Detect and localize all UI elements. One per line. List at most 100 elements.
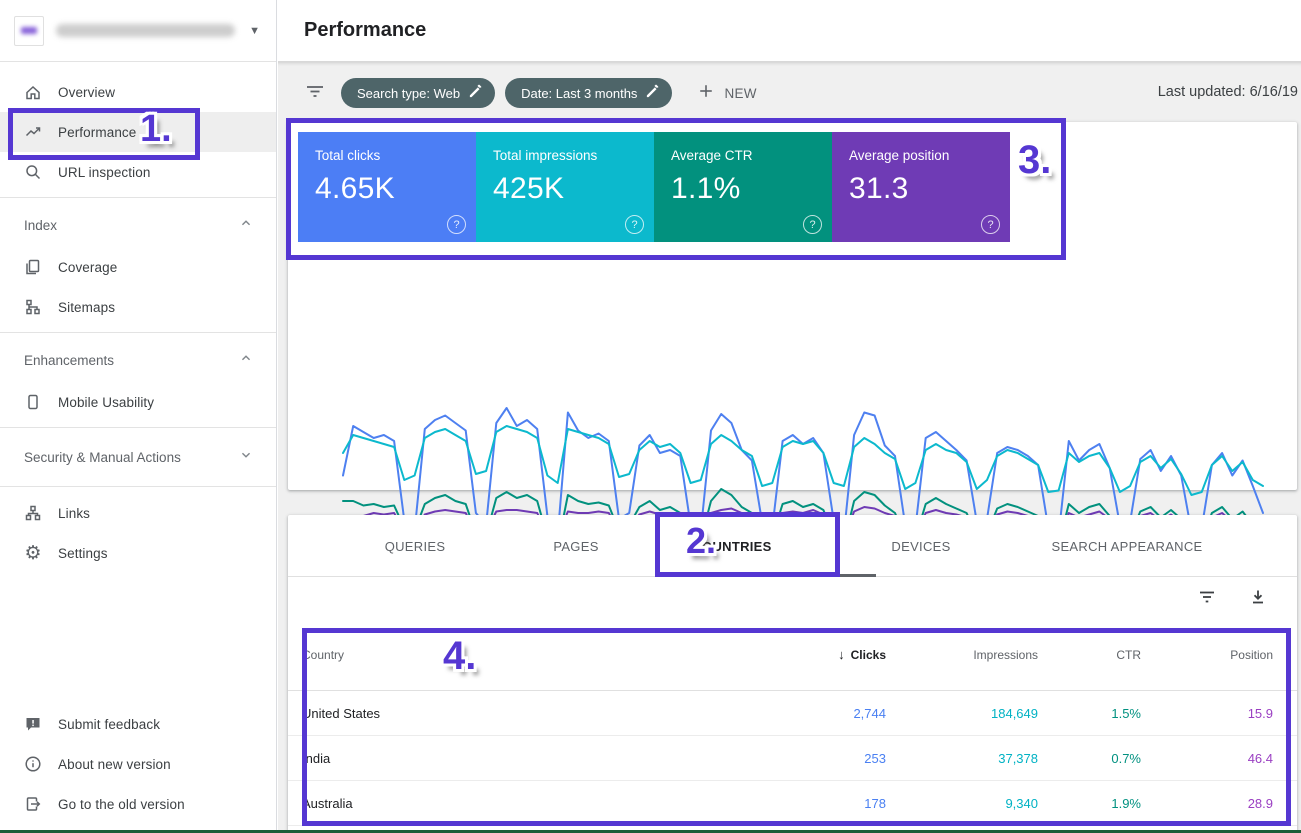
help-icon[interactable]: ?	[981, 215, 1000, 234]
sidebar-item-go-to-old-version[interactable]: Go to the old version	[0, 784, 276, 824]
cell-country: India	[302, 751, 726, 766]
section-enhancements[interactable]: Enhancements	[0, 338, 276, 382]
last-updated-text: Last updated: 6/16/19	[1158, 84, 1298, 100]
section-security-manual-actions[interactable]: Security & Manual Actions	[0, 433, 276, 481]
chart-series-impressions	[343, 426, 1263, 495]
dropdown-caret-icon[interactable]: ▼	[249, 25, 260, 37]
metric-card-total-clicks[interactable]: Total clicks 4.65K ?	[298, 132, 476, 242]
sidebar-item-label: Sitemaps	[58, 300, 115, 315]
cell-country: Australia	[302, 796, 726, 811]
section-label: Enhancements	[24, 353, 114, 368]
sidebar-item-coverage[interactable]: Coverage	[0, 247, 276, 287]
column-header-label: Clicks	[851, 648, 886, 662]
sidebar-item-label: URL inspection	[58, 165, 150, 180]
filter-icon[interactable]	[305, 82, 325, 105]
divider	[0, 427, 276, 428]
cell-ctr: 1.5%	[1038, 706, 1141, 721]
new-button-label: NEW	[724, 86, 756, 101]
sidebar: ▼ Overview Performance URL inspection In…	[0, 0, 277, 833]
metric-label: Total clicks	[315, 148, 476, 163]
table-row[interactable]: United States 2,744 184,649 1.5% 15.9	[288, 691, 1297, 736]
sitemap-icon	[24, 298, 42, 316]
sidebar-item-submit-feedback[interactable]: Submit feedback	[0, 704, 276, 744]
mobile-icon	[24, 393, 42, 411]
metric-value: 1.1%	[671, 172, 832, 206]
sidebar-item-label: Submit feedback	[58, 717, 160, 732]
tab-search-appearance[interactable]: SEARCH APPEARANCE	[1051, 515, 1202, 577]
download-icon[interactable]	[1249, 588, 1267, 611]
exit-icon	[24, 795, 42, 813]
metric-cards: Total clicks 4.65K ? Total impressions 4…	[298, 132, 1010, 242]
divider	[0, 486, 276, 487]
sidebar-nav: Overview Performance URL inspection	[0, 62, 276, 192]
sort-descending-icon: ↓	[838, 647, 845, 662]
sidebar-item-mobile-usability[interactable]: Mobile Usability	[0, 382, 276, 422]
cell-impressions: 184,649	[886, 706, 1038, 721]
main-header: Performance	[278, 0, 1301, 62]
sidebar-item-overview[interactable]: Overview	[0, 72, 276, 112]
metric-value: 4.65K	[315, 172, 476, 206]
help-icon[interactable]: ?	[625, 215, 644, 234]
tab-devices[interactable]: DEVICES	[891, 515, 950, 577]
column-header-country[interactable]: Country	[302, 648, 726, 662]
cell-impressions: 37,378	[886, 751, 1038, 766]
sidebar-item-sitemaps[interactable]: Sitemaps	[0, 287, 276, 327]
column-header-clicks[interactable]: ↓ Clicks	[726, 647, 886, 662]
section-label: Index	[24, 218, 57, 233]
cell-ctr: 0.7%	[1038, 751, 1141, 766]
chevron-down-icon	[238, 447, 254, 468]
column-header-ctr[interactable]: CTR	[1038, 648, 1141, 662]
coverage-icon	[24, 258, 42, 276]
metric-card-total-impressions[interactable]: Total impressions 425K ?	[476, 132, 654, 242]
search-type-chip[interactable]: Search type: Web	[341, 78, 495, 108]
site-logo	[14, 16, 44, 46]
gear-icon: ⚙	[24, 544, 42, 562]
search-icon	[24, 163, 42, 181]
sidebar-item-about-new-version[interactable]: About new version	[0, 744, 276, 784]
cell-ctr: 1.9%	[1038, 796, 1141, 811]
performance-chart-card: Total clicks 4.65K ? Total impressions 4…	[288, 122, 1297, 490]
new-filter-button[interactable]: NEW	[698, 83, 756, 104]
cell-country: United States	[302, 706, 726, 721]
metric-label: Average position	[849, 148, 1010, 163]
table-filter-icon[interactable]	[1197, 588, 1217, 611]
chevron-up-icon	[238, 350, 254, 371]
sidebar-item-performance[interactable]: Performance	[0, 112, 276, 152]
sidebar-item-settings[interactable]: ⚙ Settings	[0, 533, 276, 573]
info-icon	[24, 755, 42, 773]
table-row[interactable]: Australia 178 9,340 1.9% 28.9	[288, 781, 1297, 826]
table-header-row: Country ↓ Clicks Impressions CTR Position	[288, 619, 1297, 691]
table-row[interactable]: India 253 37,378 0.7% 46.4	[288, 736, 1297, 781]
site-name-blurred	[56, 24, 235, 37]
metric-card-average-ctr[interactable]: Average CTR 1.1% ?	[654, 132, 832, 242]
chevron-up-icon	[238, 215, 254, 236]
dimension-tabs: QUERIES PAGES COUNTRIES DEVICES SEARCH A…	[288, 515, 1297, 577]
section-label: Security & Manual Actions	[24, 450, 181, 465]
help-icon[interactable]: ?	[447, 215, 466, 234]
help-icon[interactable]: ?	[803, 215, 822, 234]
metric-card-average-position[interactable]: Average position 31.3 ?	[832, 132, 1010, 242]
main-content: Search type: Web Date: Last 3 months NEW…	[278, 62, 1301, 833]
pencil-icon	[468, 83, 483, 103]
site-selector[interactable]: ▼	[0, 0, 276, 62]
metric-label: Total impressions	[493, 148, 654, 163]
column-header-position[interactable]: Position	[1141, 648, 1273, 662]
tab-countries[interactable]: COUNTRIES	[692, 515, 771, 577]
search-console-performance-page: ▼ Overview Performance URL inspection In…	[0, 0, 1301, 833]
cell-position: 15.9	[1141, 706, 1273, 721]
chip-label: Date: Last 3 months	[521, 86, 637, 101]
section-index[interactable]: Index	[0, 203, 276, 247]
pencil-icon	[645, 83, 660, 103]
column-header-impressions[interactable]: Impressions	[886, 648, 1038, 662]
cell-position: 28.9	[1141, 796, 1273, 811]
sidebar-item-url-inspection[interactable]: URL inspection	[0, 152, 276, 192]
sidebar-item-label: Settings	[58, 546, 108, 561]
feedback-icon	[24, 715, 42, 733]
date-range-chip[interactable]: Date: Last 3 months	[505, 78, 672, 108]
tab-pages[interactable]: PAGES	[553, 515, 598, 577]
sidebar-item-links[interactable]: Links	[0, 493, 276, 533]
divider	[0, 332, 276, 333]
chip-label: Search type: Web	[357, 86, 460, 101]
tab-queries[interactable]: QUERIES	[385, 515, 446, 577]
sidebar-item-label: Overview	[58, 85, 115, 100]
